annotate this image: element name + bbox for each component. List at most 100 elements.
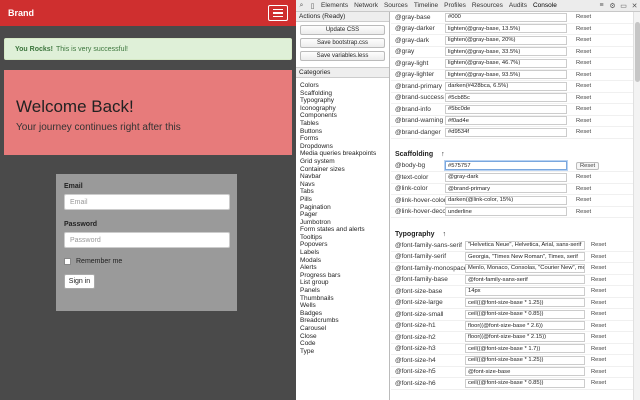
reset-button[interactable]: Reset: [576, 37, 591, 43]
navbar-brand[interactable]: Brand: [8, 8, 34, 18]
category-link[interactable]: Badges: [300, 310, 389, 318]
category-link[interactable]: Grid system: [300, 158, 389, 166]
category-link[interactable]: Progress bars: [300, 272, 389, 280]
category-link[interactable]: Navbar: [300, 173, 389, 181]
variable-value-input[interactable]: lighten(@gray-base, 13.5%): [445, 24, 567, 34]
tab-sources[interactable]: Sources: [381, 2, 411, 9]
tab-timeline[interactable]: Timeline: [411, 2, 441, 9]
reset-button[interactable]: Reset: [576, 118, 591, 124]
variable-value-input[interactable]: @font-size-base: [465, 367, 585, 377]
category-link[interactable]: Form states and alerts: [300, 226, 389, 234]
reset-button[interactable]: Reset: [576, 95, 591, 101]
tab-audits[interactable]: Audits: [506, 2, 530, 9]
variable-value-input[interactable]: lighten(@gray-base, 33.5%): [445, 47, 567, 57]
variable-value-input[interactable]: #5cb85c: [445, 93, 567, 103]
variable-value-input[interactable]: 14px: [465, 286, 585, 296]
variable-value-input[interactable]: #f0ad4e: [445, 116, 567, 126]
category-link[interactable]: Forms: [300, 135, 389, 143]
reset-button[interactable]: Reset: [591, 357, 606, 363]
category-link[interactable]: Buttons: [300, 128, 389, 136]
category-link[interactable]: Jumbotron: [300, 219, 389, 227]
variable-value-input[interactable]: floor((@font-size-base * 2.15)): [465, 332, 585, 342]
variable-value-input[interactable]: ceil((@font-size-base * 1.25)): [465, 355, 585, 365]
category-link[interactable]: Tabs: [300, 188, 389, 196]
reset-button[interactable]: Reset: [576, 161, 600, 170]
email-field[interactable]: Email: [64, 194, 230, 210]
reset-button[interactable]: Reset: [591, 277, 606, 283]
close-icon[interactable]: ✕: [630, 1, 639, 10]
device-icon[interactable]: ▯: [308, 1, 317, 10]
category-link[interactable]: Dropdowns: [300, 143, 389, 151]
category-link[interactable]: Navs: [300, 181, 389, 189]
category-link[interactable]: Modals: [300, 257, 389, 265]
category-link[interactable]: Labels: [300, 249, 389, 257]
search-icon[interactable]: ⌕: [297, 1, 306, 10]
variable-value-input[interactable]: Georgia, "Times New Roman", Times, serif: [465, 252, 585, 262]
category-link[interactable]: Pagination: [300, 204, 389, 212]
category-link[interactable]: Thumbnails: [300, 295, 389, 303]
variable-value-input[interactable]: underline: [445, 207, 567, 217]
category-link[interactable]: Breadcrumbs: [300, 317, 389, 325]
gear-icon[interactable]: ⚙: [608, 1, 617, 10]
reset-button[interactable]: Reset: [591, 254, 606, 260]
reset-button[interactable]: Reset: [591, 300, 606, 306]
variable-value-input[interactable]: @brand-primary: [445, 184, 567, 194]
dock-icon[interactable]: ▭: [619, 1, 628, 10]
variable-value-input[interactable]: floor((@font-size-base * 2.6)): [465, 321, 585, 331]
category-link[interactable]: Alerts: [300, 264, 389, 272]
variable-value-input[interactable]: lighten(@gray-base, 93.5%): [445, 70, 567, 80]
reset-button[interactable]: Reset: [591, 369, 606, 375]
category-link[interactable]: Typography: [300, 97, 389, 105]
variable-value-input[interactable]: #000: [445, 12, 567, 22]
variable-value-input[interactable]: #5bc0de: [445, 104, 567, 114]
category-link[interactable]: Pills: [300, 196, 389, 204]
tab-resources[interactable]: Resources: [469, 2, 506, 9]
variable-value-input[interactable]: ceil((@font-size-base * 0.85)): [465, 378, 585, 388]
category-link[interactable]: Media queries breakpoints: [300, 150, 389, 158]
variable-value-input[interactable]: Menlo, Monaco, Consolas, "Courier New", …: [465, 263, 585, 273]
category-link[interactable]: Components: [300, 112, 389, 120]
reset-button[interactable]: Reset: [576, 197, 591, 203]
variable-value-input[interactable]: "Helvetica Neue", Helvetica, Arial, sans…: [465, 240, 585, 250]
reset-button[interactable]: Reset: [576, 174, 591, 180]
reset-button[interactable]: Reset: [576, 72, 591, 78]
reset-button[interactable]: Reset: [591, 380, 606, 386]
tab-profiles[interactable]: Profiles: [441, 2, 469, 9]
variable-value-input[interactable]: darken(@link-color, 15%): [445, 195, 567, 205]
category-link[interactable]: List group: [300, 279, 389, 287]
reset-button[interactable]: Reset: [591, 265, 606, 271]
reset-button[interactable]: Reset: [576, 186, 591, 192]
category-link[interactable]: Carousel: [300, 325, 389, 333]
arrow-up-icon[interactable]: ↑: [441, 151, 445, 158]
reset-button[interactable]: Reset: [591, 323, 606, 329]
reset-button[interactable]: Reset: [576, 26, 591, 32]
category-link[interactable]: Type: [300, 348, 389, 356]
variable-value-input[interactable]: ceil((@font-size-base * 1.7)): [465, 344, 585, 354]
reset-button[interactable]: Reset: [576, 49, 591, 55]
scrollbar-thumb[interactable]: [635, 22, 640, 82]
reset-button[interactable]: Reset: [576, 129, 591, 135]
reset-button[interactable]: Reset: [591, 288, 606, 294]
category-link[interactable]: Pager: [300, 211, 389, 219]
category-link[interactable]: Panels: [300, 287, 389, 295]
tab-network[interactable]: Network: [351, 2, 381, 9]
sign-in-button[interactable]: Sign in: [64, 274, 95, 289]
reset-button[interactable]: Reset: [591, 334, 606, 340]
variable-value-input[interactable]: lighten(@gray-base, 20%): [445, 35, 567, 45]
remember-me-checkbox[interactable]: [64, 258, 71, 265]
category-link[interactable]: Iconography: [300, 105, 389, 113]
category-link[interactable]: Popovers: [300, 241, 389, 249]
category-link[interactable]: Wells: [300, 302, 389, 310]
variable-value-input[interactable]: darken(#428bca, 6.5%): [445, 81, 567, 91]
save-variables-less-button[interactable]: Save variables.less: [300, 51, 385, 61]
category-link[interactable]: Tables: [300, 120, 389, 128]
category-link[interactable]: Close: [300, 333, 389, 341]
variable-value-input[interactable]: @font-family-sans-serif: [465, 275, 585, 285]
category-link[interactable]: Scaffolding: [300, 90, 389, 98]
reset-button[interactable]: Reset: [591, 311, 606, 317]
category-link[interactable]: Container sizes: [300, 166, 389, 174]
category-link[interactable]: Code: [300, 340, 389, 348]
variable-value-input[interactable]: #d9534f: [445, 127, 567, 137]
reset-button[interactable]: Reset: [576, 106, 591, 112]
reset-button[interactable]: Reset: [576, 14, 591, 20]
